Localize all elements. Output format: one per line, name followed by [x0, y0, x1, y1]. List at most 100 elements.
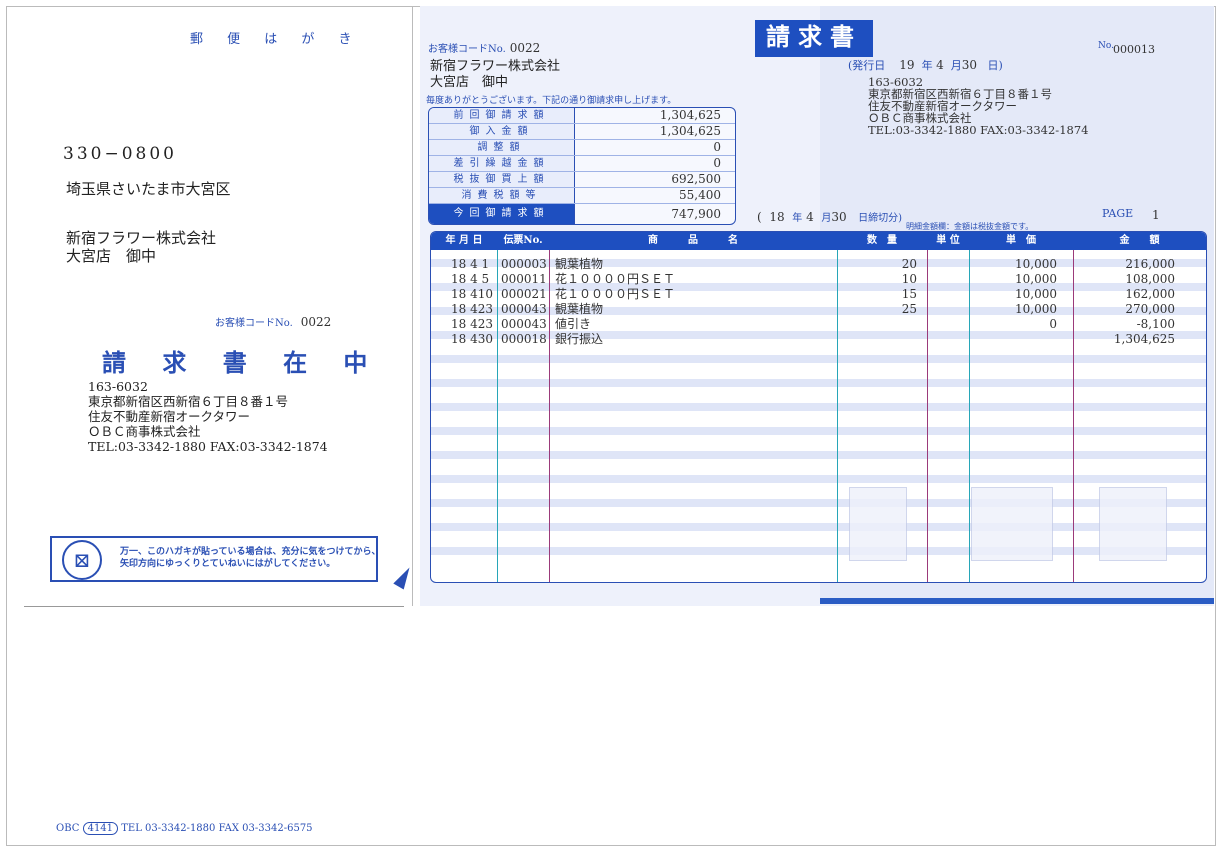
period-year-unit: 年 [792, 213, 803, 224]
table-row: 18 423 000043 値引き 0 -8,100 [431, 317, 1206, 332]
invoice-bottom-bar [820, 598, 1214, 604]
issue-day-unit: 日) [987, 59, 1003, 72]
cell-amount: 270,000 [1125, 302, 1175, 316]
row-stripe [431, 451, 1206, 459]
cell-price: 10,000 [1015, 302, 1057, 316]
invoice-title: 請求書 [755, 20, 873, 54]
postcard-title: 郵 便 は が き [190, 32, 362, 47]
row-stripe [431, 379, 1206, 387]
form-footer: OBC 4141 TEL 03-3342-1880 FAX 03-3342-65… [56, 822, 313, 835]
row-stripe [431, 547, 1206, 555]
summary-label: 今回御請求額 [429, 204, 575, 224]
row-stripe [431, 427, 1206, 435]
summary-value: 0 [713, 156, 721, 170]
sender-block-invoice: 163-6032 東京都新宿区西新宿６丁目８番１号 住友不動産新宿オークタワー … [868, 76, 1088, 136]
customer-name-block: 新宿フラワー株式会社 大宮店 御中 [430, 59, 560, 91]
summary-row: 消費税額等 55,400 [429, 188, 735, 204]
customer-code-postcard: お客様コードNo. 0022 [215, 314, 331, 329]
cell-price: 10,000 [1015, 287, 1057, 301]
summary-value: 747,900 [671, 207, 721, 221]
summary-value: 0 [713, 140, 721, 154]
watermark-plant-icon [849, 487, 907, 561]
detail-table: 年 月 日 伝票No. 商 品 名 数 量 単 位 単 価 金 額 18 4 1… [430, 231, 1207, 583]
th-qty: 数 量 [867, 235, 897, 246]
cell-item: 観葉植物 [555, 302, 604, 316]
sender-postal: 163-6032 [88, 379, 148, 394]
doc-number-label: No. [1098, 41, 1114, 51]
cell-date: 18 4 1 [451, 257, 490, 271]
summary-label: 前回御請求額 [429, 108, 575, 123]
summary-row: 前回御請求額 1,304,625 [429, 108, 735, 124]
cell-date: 18 423 [451, 317, 493, 331]
cell-date: 18 423 [451, 302, 493, 316]
cell-price: 10,000 [1015, 257, 1057, 271]
cell-amount: 216,000 [1125, 257, 1175, 271]
cell-qty: 20 [901, 257, 917, 271]
page-label: PAGE [1102, 207, 1134, 220]
customer-code-value: 0022 [300, 315, 332, 329]
th-price: 単 価 [1006, 235, 1036, 246]
cell-item: 花１００００円ＳＥＴ [555, 272, 676, 286]
issue-month-unit: 月 [950, 59, 962, 72]
invoice-enclosed-heading: 請 求 書 在 中 [102, 348, 382, 377]
issue-date-label: (発行日 [848, 59, 886, 72]
watermark-flower-icon [971, 487, 1053, 561]
table-row: 18 4 1 000003 観葉植物 20 10,000 216,000 [431, 257, 1206, 272]
summary-row: 御入金額 1,304,625 [429, 124, 735, 140]
cell-date: 18 430 [451, 332, 493, 346]
summary-label: 差引繰越金額 [429, 156, 575, 171]
postal-code: 330−0800 [63, 144, 177, 164]
row-stripe [431, 475, 1206, 483]
cell-date: 18 410 [451, 287, 493, 301]
cell-slip: 000043 [501, 302, 547, 316]
th-item: 商 品 名 [648, 235, 738, 246]
cell-item: 花１００００円ＳＥＴ [555, 287, 676, 301]
cell-price: 0 [1049, 317, 1057, 331]
summary-value: 692,500 [671, 172, 721, 186]
period-day: 30 [831, 210, 847, 224]
summary-label: 調整額 [429, 140, 575, 155]
cell-slip: 000018 [501, 332, 547, 346]
table-row: 18 4 5 000011 花１００００円ＳＥＴ 10 10,000 108,0… [431, 272, 1206, 287]
customer-branch: 大宮店 御中 [430, 75, 509, 90]
th-unit: 単 位 [936, 235, 960, 246]
peel-warning-line1: 万一、このハガキが貼っている場合は、充分に気をつけてから、 [120, 547, 381, 557]
period-suffix: 日締切分) [858, 213, 902, 224]
sender-tel-fax: TEL:03-3342-1880 FAX:03-3342-1874 [88, 439, 328, 454]
cell-item: 銀行振込 [555, 332, 604, 346]
th-date: 年 月 日 [445, 235, 483, 246]
period-month: 4 [806, 210, 814, 224]
summary-value: 55,400 [679, 188, 721, 202]
period-month-unit: 月 [821, 213, 832, 224]
period-open: ( [757, 210, 762, 224]
issue-year-unit: 年 [921, 59, 933, 72]
cell-item: 観葉植物 [555, 257, 604, 271]
th-amount: 金 額 [1119, 235, 1160, 246]
watermark-card-icon [1099, 487, 1167, 561]
recipient-branch: 大宮店 御中 [66, 247, 157, 265]
customer-name: 新宿フラワー株式会社 [430, 59, 561, 74]
summary-value: 1,304,625 [659, 124, 721, 138]
summary-label: 御入金額 [429, 124, 575, 139]
row-stripe [431, 523, 1206, 531]
cell-amount: 1,304,625 [1113, 332, 1175, 346]
issue-day: 30 [961, 58, 977, 72]
summary-value: 1,304,625 [659, 108, 721, 122]
summary-row: 差引繰越金額 0 [429, 156, 735, 172]
cell-amount: 108,000 [1125, 272, 1175, 286]
footer-brand: OBC [56, 823, 80, 834]
cell-qty: 10 [901, 272, 917, 286]
recipient-company-name: 新宿フラワー株式会社 [66, 229, 217, 247]
doc-number: 000013 [1113, 43, 1155, 56]
issue-month: 4 [936, 58, 944, 72]
cell-price: 10,000 [1015, 272, 1057, 286]
summary-row: 調整額 0 [429, 140, 735, 156]
cell-date: 18 4 5 [451, 272, 490, 286]
row-stripe [431, 499, 1206, 507]
customer-code-invoice: お客様コードNo. 0022 [428, 40, 540, 55]
peel-warning-line2: 矢印方向にゆっくりとていねいにはがしてください。 [120, 559, 336, 569]
summary-row-total: 今回御請求額 747,900 [429, 204, 735, 224]
cell-slip: 000021 [501, 287, 547, 301]
cell-amount: -8,100 [1136, 317, 1175, 331]
row-stripe [431, 403, 1206, 411]
